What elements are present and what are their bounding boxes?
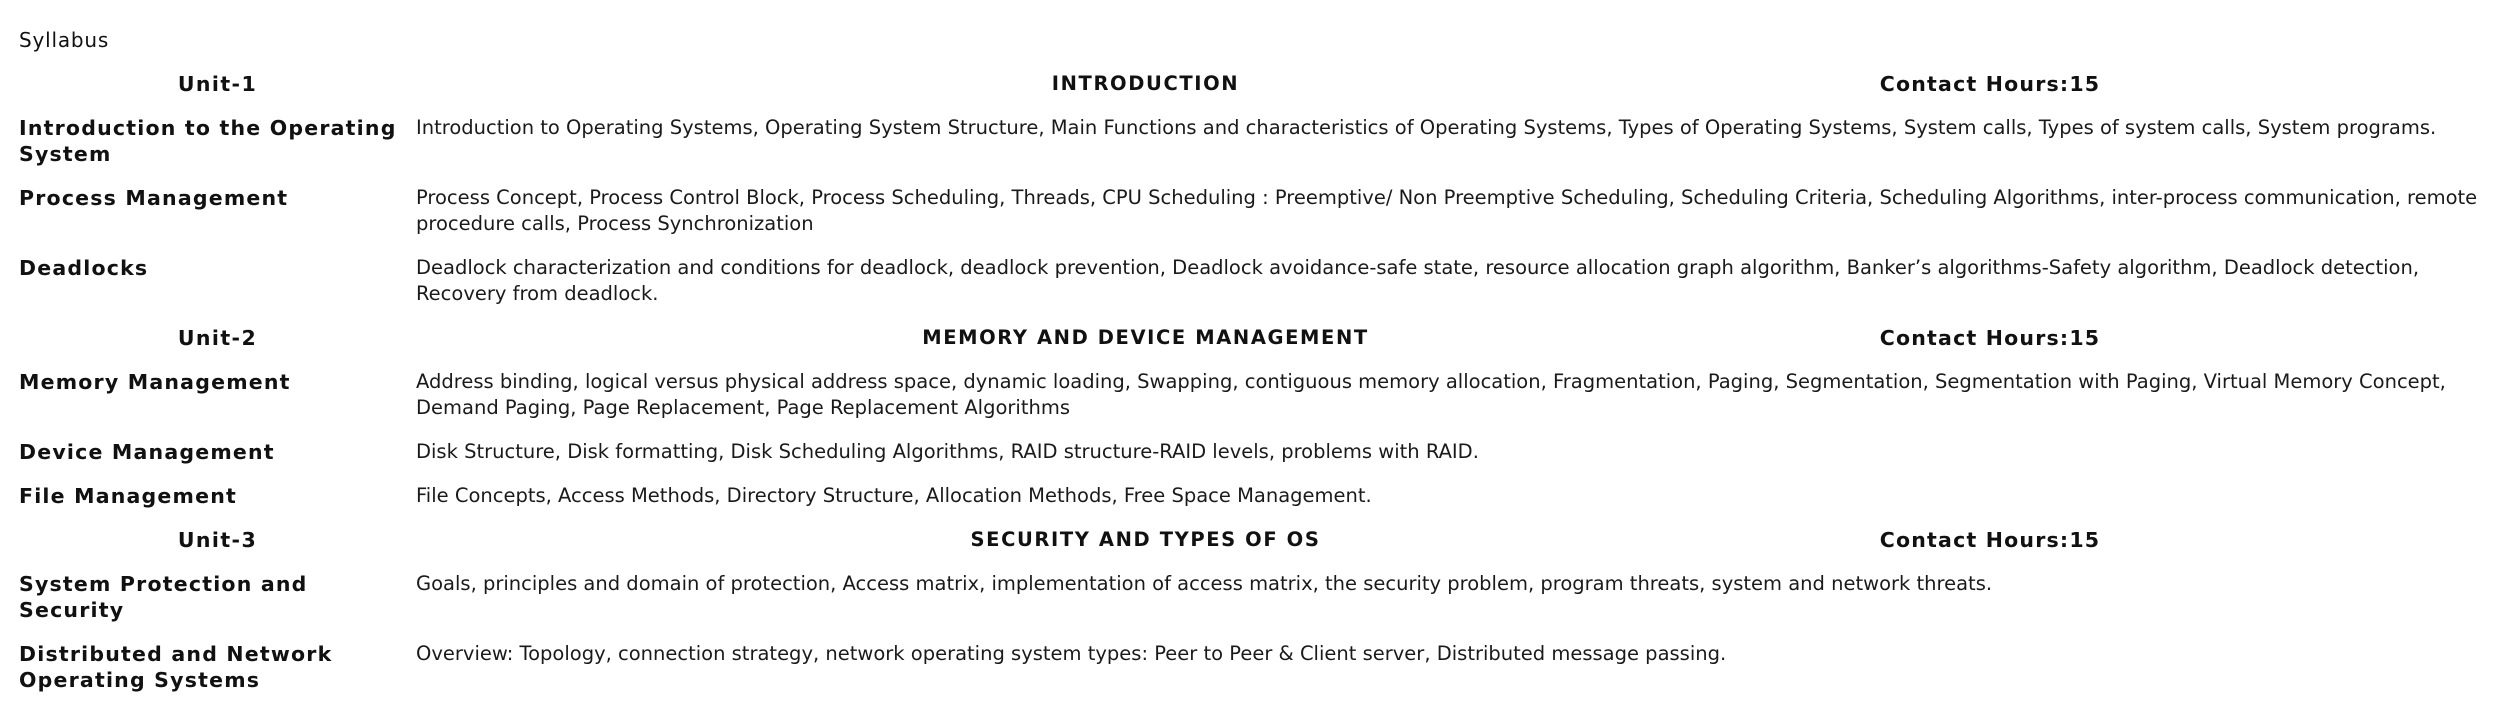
topic-content: File Concepts, Access Methods, Directory… [416,484,1372,507]
topic-name: Distributed and Network Operating System… [19,642,333,692]
topic-name: System Protection and Security [19,572,308,622]
unit-contact-hours: Contact Hours:15 [1879,72,2101,96]
topic-row: File Management File Concepts, Access Me… [19,483,2489,509]
topic-content: Overview: Topology, connection strategy,… [416,642,1727,665]
unit-heading: MEMORY AND DEVICE MANAGEMENT [922,326,1369,349]
topic-row: Device Management Disk Structure, Disk f… [19,439,2489,465]
topic-row: System Protection and Security Goals, pr… [19,571,2489,623]
unit-header-row: Unit-3 SECURITY AND TYPES OF OS Contact … [19,527,2489,553]
topic-content: Disk Structure, Disk formatting, Disk Sc… [416,440,1479,463]
topic-row: Process Management Process Concept, Proc… [19,185,2489,237]
topic-name: File Management [19,484,237,508]
page-title: Syllabus [19,28,110,52]
topic-name: Memory Management [19,370,291,394]
unit-label: Unit-1 [177,72,258,96]
topic-content: Goals, principles and domain of protecti… [416,572,1993,595]
syllabus-table: Unit-1 INTRODUCTION Contact Hours:15 Int… [19,71,2489,711]
topic-name: Device Management [19,440,275,464]
topic-row: Memory Management Address binding, logic… [19,369,2489,421]
unit-heading: INTRODUCTION [1051,72,1240,95]
topic-content: Address binding, logical versus physical… [416,370,2446,419]
topic-row: Deadlocks Deadlock characterization and … [19,255,2489,307]
topic-content: Process Concept, Process Control Block, … [416,186,2478,235]
topic-content: Deadlock characterization and conditions… [416,256,2420,305]
unit-contact-hours: Contact Hours:15 [1879,326,2101,350]
topic-row: Distributed and Network Operating System… [19,641,2489,693]
topic-name: Introduction to the Operating System [19,116,397,166]
topic-name: Deadlocks [19,256,149,280]
topic-row: Introduction to the Operating System Int… [19,115,2489,167]
unit-header-row: Unit-2 MEMORY AND DEVICE MANAGEMENT Cont… [19,325,2489,351]
unit-contact-hours: Contact Hours:15 [1879,528,2101,552]
unit-header-row: Unit-1 INTRODUCTION Contact Hours:15 [19,71,2489,97]
unit-label: Unit-3 [177,528,258,552]
topic-content: Introduction to Operating Systems, Opera… [416,116,2437,139]
topic-name: Process Management [19,186,289,210]
unit-label: Unit-2 [177,326,258,350]
unit-heading: SECURITY AND TYPES OF OS [970,528,1321,551]
